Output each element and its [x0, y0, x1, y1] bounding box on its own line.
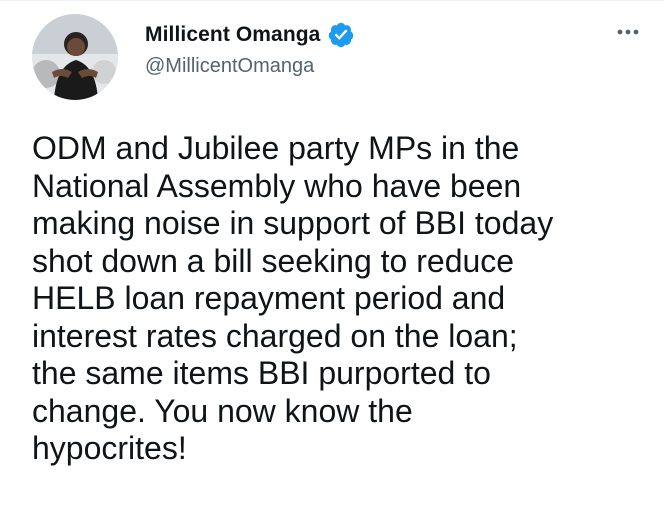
- author-block: Millicent Omanga @MillicentOmanga: [145, 21, 355, 78]
- tweet-text: ODM and Jubilee party MPs in the Nationa…: [32, 130, 554, 466]
- display-name[interactable]: Millicent Omanga: [145, 23, 320, 47]
- profile-photo-image: [32, 14, 118, 100]
- more-options-button[interactable]: [612, 20, 644, 44]
- top-divider: [0, 0, 664, 1]
- name-row: Millicent Omanga: [145, 21, 355, 49]
- verified-badge-icon: [327, 21, 355, 49]
- tweet-header: Millicent Omanga @MillicentOmanga: [32, 14, 644, 100]
- handle[interactable]: @MillicentOmanga: [145, 55, 355, 78]
- avatar[interactable]: [32, 14, 118, 100]
- more-options-icon: [617, 29, 639, 35]
